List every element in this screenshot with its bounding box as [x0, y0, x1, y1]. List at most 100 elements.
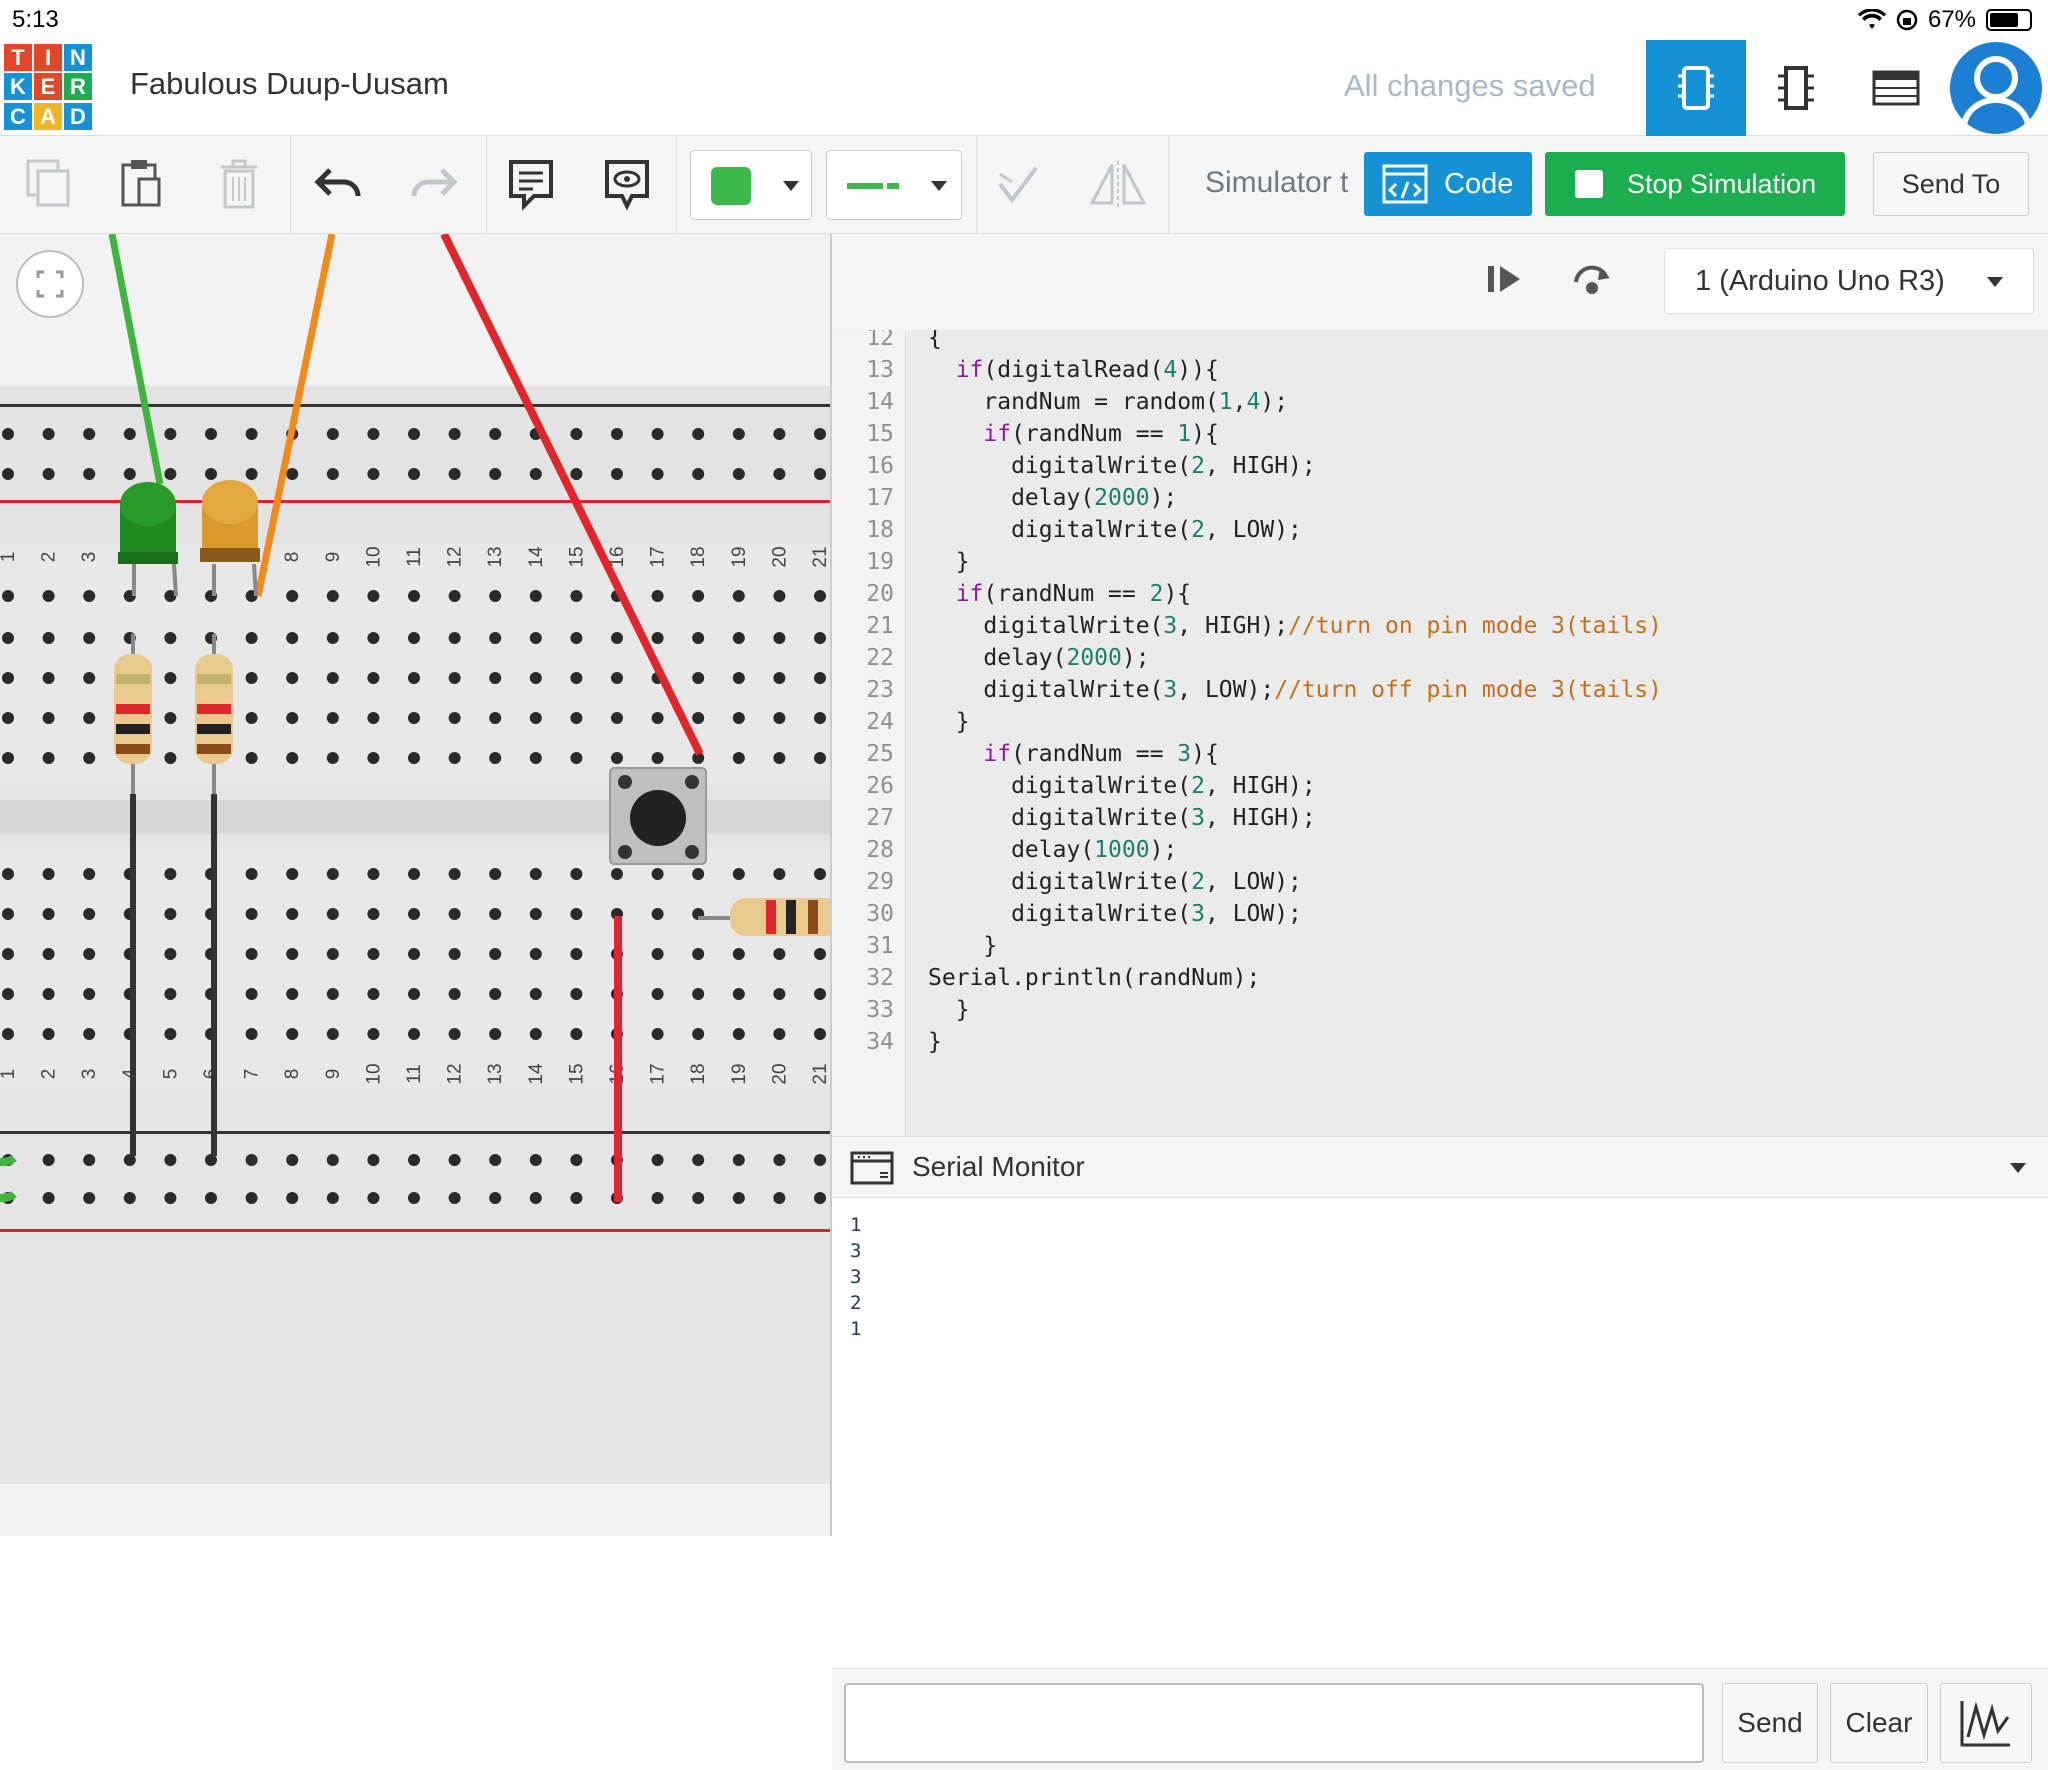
breadboard-hole[interactable] — [2, 1028, 14, 1040]
circuit-canvas[interactable]: 1234567891011121314151617181920211234567… — [0, 234, 830, 1536]
breadboard-hole[interactable] — [83, 988, 96, 1000]
breadboard-hole[interactable] — [286, 1192, 299, 1204]
breadboard-hole[interactable] — [529, 868, 542, 880]
breadboard-hole[interactable] — [692, 590, 705, 602]
breadboard-hole[interactable] — [611, 712, 623, 724]
code-line[interactable]: } — [928, 706, 970, 738]
code-line[interactable]: delay(1000); — [928, 834, 1177, 866]
code-line[interactable]: randNum = random(1,4); — [928, 386, 1288, 418]
breadboard-hole[interactable] — [286, 712, 299, 724]
breadboard-hole[interactable] — [2, 712, 14, 724]
breadboard-hole[interactable] — [2, 632, 14, 644]
breadboard-hole[interactable] — [42, 868, 55, 880]
breadboard-hole[interactable] — [164, 908, 177, 920]
component-list-button[interactable] — [1846, 40, 1946, 136]
breadboard-hole[interactable] — [651, 908, 664, 920]
breadboard-hole[interactable] — [83, 868, 96, 880]
breadboard-hole[interactable] — [83, 948, 96, 960]
breadboard-hole[interactable] — [245, 428, 258, 440]
breadboard-hole[interactable] — [732, 428, 745, 440]
flip-button[interactable] — [1086, 148, 1150, 220]
breadboard-hole[interactable] — [448, 988, 461, 1000]
breadboard-hole[interactable] — [773, 672, 786, 684]
breadboard-hole[interactable] — [570, 868, 583, 880]
breadboard-hole[interactable] — [164, 712, 177, 724]
breadboard-hole[interactable] — [2, 868, 14, 880]
breadboard-hole[interactable] — [773, 1154, 786, 1166]
breadboard-hole[interactable] — [529, 1028, 542, 1040]
send-button[interactable]: Send — [1722, 1683, 1818, 1763]
breadboard-hole[interactable] — [651, 1028, 664, 1040]
send-to-button[interactable]: Send To — [1873, 152, 2029, 216]
paste-button[interactable] — [106, 148, 176, 220]
code-line[interactable]: if(digitalRead(4)){ — [928, 354, 1219, 386]
breadboard-hole[interactable] — [814, 632, 826, 644]
breadboard-hole[interactable] — [245, 468, 258, 480]
breadboard-hole[interactable] — [42, 712, 55, 724]
breadboard-hole[interactable] — [408, 428, 420, 440]
breadboard-hole[interactable] — [42, 672, 55, 684]
user-avatar[interactable] — [1950, 42, 2042, 134]
breadboard-hole[interactable] — [42, 590, 55, 602]
breadboard-hole[interactable] — [408, 672, 420, 684]
breadboard-hole[interactable] — [651, 948, 664, 960]
serial-input[interactable] — [844, 1683, 1704, 1763]
breadboard-hole[interactable] — [692, 948, 705, 960]
code-line[interactable]: } — [928, 930, 997, 962]
breadboard-hole[interactable] — [732, 468, 745, 480]
breadboard-hole[interactable] — [164, 948, 177, 960]
delete-button[interactable] — [204, 148, 274, 220]
chevron-down-icon[interactable] — [2010, 1163, 2026, 1173]
breadboard-hole[interactable] — [326, 1028, 339, 1040]
breadboard-hole[interactable] — [286, 948, 299, 960]
breadboard-hole[interactable] — [408, 988, 420, 1000]
notes-visibility-button[interactable] — [592, 148, 662, 220]
breadboard-hole[interactable] — [245, 1192, 258, 1204]
breadboard-hole[interactable] — [408, 632, 420, 644]
breadboard-hole[interactable] — [489, 468, 502, 480]
breadboard-hole[interactable] — [286, 632, 299, 644]
breadboard-hole[interactable] — [83, 712, 96, 724]
breadboard-hole[interactable] — [570, 428, 583, 440]
code-line[interactable]: digitalWrite(3, LOW); — [928, 898, 1302, 930]
breadboard-hole[interactable] — [326, 712, 339, 724]
breadboard-hole[interactable] — [611, 428, 623, 440]
code-editor[interactable]: 12{13 if(digitalRead(4)){14 randNum = ra… — [832, 330, 2048, 1136]
breadboard-hole[interactable] — [773, 428, 786, 440]
breadboard-hole[interactable] — [448, 1154, 461, 1166]
breadboard-hole[interactable] — [42, 908, 55, 920]
breadboard-hole[interactable] — [83, 468, 96, 480]
breadboard-hole[interactable] — [448, 712, 461, 724]
breadboard-hole[interactable] — [651, 1192, 664, 1204]
breadboard-hole[interactable] — [489, 1028, 502, 1040]
breadboard-hole[interactable] — [164, 1028, 177, 1040]
breadboard-hole[interactable] — [732, 672, 745, 684]
breadboard-hole[interactable] — [83, 590, 96, 602]
serial-monitor-header[interactable]: Serial Monitor — [832, 1136, 2048, 1198]
breadboard-hole[interactable] — [529, 1192, 542, 1204]
breadboard-hole[interactable] — [286, 672, 299, 684]
breadboard-hole[interactable] — [611, 468, 623, 480]
rotate-button[interactable] — [988, 148, 1048, 220]
breadboard-hole[interactable] — [732, 948, 745, 960]
breadboard-hole[interactable] — [732, 752, 745, 764]
breadboard-hole[interactable] — [408, 468, 420, 480]
breadboard-hole[interactable] — [570, 632, 583, 644]
breadboard-hole[interactable] — [773, 468, 786, 480]
breadboard-hole[interactable] — [489, 1154, 502, 1166]
code-line[interactable]: digitalWrite(2, LOW); — [928, 866, 1302, 898]
breadboard-hole[interactable] — [529, 468, 542, 480]
breadboard-hole[interactable] — [611, 632, 623, 644]
breadboard-hole[interactable] — [123, 468, 136, 480]
breadboard-hole[interactable] — [42, 632, 55, 644]
breadboard-hole[interactable] — [2, 988, 14, 1000]
breadboard-hole[interactable] — [286, 468, 299, 480]
breadboard-hole[interactable] — [651, 468, 664, 480]
breadboard-hole[interactable] — [367, 428, 380, 440]
breadboard-hole[interactable] — [814, 752, 826, 764]
breadboard-hole[interactable] — [164, 752, 177, 764]
breadboard-hole[interactable] — [651, 988, 664, 1000]
code-line[interactable]: digitalWrite(3, LOW);//turn off pin mode… — [928, 674, 1662, 706]
tinkercad-logo[interactable]: TIN KER CAD — [4, 44, 92, 130]
breadboard-hole[interactable] — [732, 1192, 745, 1204]
